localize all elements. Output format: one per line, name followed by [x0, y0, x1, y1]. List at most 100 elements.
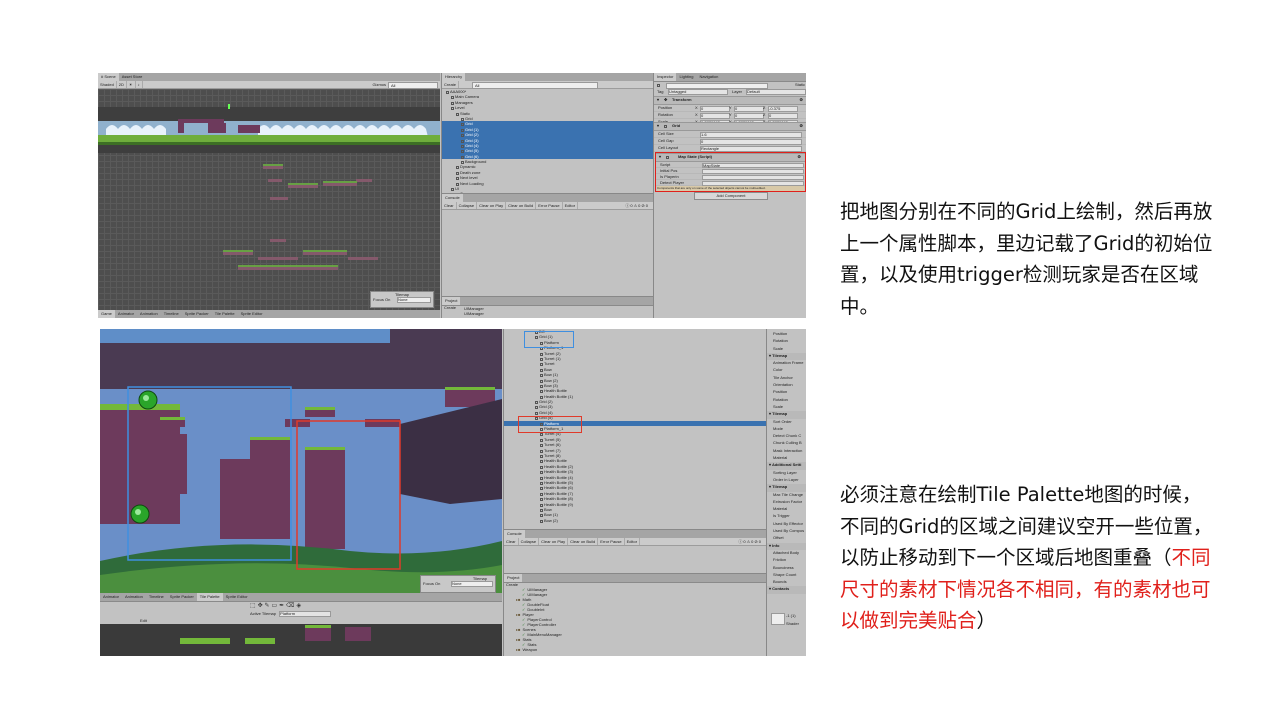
grid-enabled-checkbox[interactable] — [664, 125, 667, 128]
2d-toggle[interactable]: 2D — [117, 81, 127, 88]
project-create-button[interactable]: Create — [444, 305, 456, 310]
component-header[interactable]: ▾ Tilemap — [767, 484, 806, 492]
hierarchy-create-button[interactable]: Create — [442, 81, 460, 88]
console-clear-on-play-button-2[interactable]: Clear on Play — [539, 538, 569, 545]
palette-canvas[interactable] — [100, 624, 502, 656]
transform-row-label: Position — [658, 105, 673, 110]
brush-tool-icon[interactable]: ✎ — [265, 602, 270, 609]
tab-lighting[interactable]: Lighting — [676, 73, 696, 81]
grid-gear-icon[interactable]: ⚙ — [799, 123, 803, 128]
component-header[interactable]: ▾ Tilemap — [767, 352, 806, 361]
active-tilemap-dropdown[interactable]: Platform — [279, 611, 332, 617]
tab-console-2[interactable]: Console — [504, 530, 525, 538]
tab-timeline[interactable]: Timeline — [161, 310, 182, 318]
component-header[interactable]: ▾ Tilemap — [767, 411, 806, 419]
map-state-gear-icon[interactable]: ⚙ — [797, 154, 801, 159]
palette-edit-button[interactable]: Edit — [140, 618, 147, 623]
gizmos-dropdown[interactable]: Gizmos — [370, 81, 388, 88]
tab-animation[interactable]: Animation — [137, 310, 161, 318]
console-warning-count-2[interactable]: 0 — [750, 538, 754, 545]
component-header[interactable]: ▾ Info — [767, 542, 806, 550]
tab-sprite-packer-2[interactable]: Sprite Packer — [167, 593, 197, 601]
tab-sprite-packer[interactable]: Sprite Packer — [182, 310, 212, 318]
hierarchy-highlight-blue — [524, 331, 574, 348]
console-editor-dropdown-2[interactable]: Editor — [625, 538, 641, 545]
tab-timeline-2[interactable]: Timeline — [146, 593, 167, 601]
hierarchy-item[interactable]: Bow (2) — [504, 518, 766, 523]
tab-animator[interactable]: Animator — [115, 310, 137, 318]
focus-on-dropdown-2[interactable]: None — [451, 581, 493, 588]
hierarchy-item-label: Health Bottle (8) — [544, 496, 573, 502]
console-clear-button-2[interactable]: Clear — [504, 538, 519, 545]
active-checkbox[interactable] — [657, 84, 660, 87]
lighting-toggle-icon[interactable]: ☀ — [127, 81, 136, 88]
axis-label: Y — [729, 112, 732, 117]
tab-sprite-editor-2[interactable]: Sprite Editor — [223, 593, 251, 601]
tab-project[interactable]: Project — [442, 297, 461, 305]
scene-canvas[interactable]: Tilemap Focus On None — [98, 89, 440, 310]
tab-asset-store[interactable]: Asset Store — [119, 73, 146, 81]
box-fill-tool-icon[interactable]: ▭ — [272, 602, 278, 609]
transform-header[interactable]: ▾ ✥ Transform ⚙ — [654, 96, 806, 105]
tab-tile-palette-2[interactable]: Tile Palette — [196, 593, 223, 601]
select-tool-icon[interactable]: ⬚ — [250, 602, 256, 609]
palette-tools: ⬚ ✥ ✎ ▭ ✒ ⌫ ◈ — [250, 602, 301, 609]
shading-mode-dropdown[interactable]: Shaded — [98, 81, 117, 88]
console-error-count[interactable]: 0 — [645, 202, 649, 209]
console-toolbar-2: Clear Collapse Clear on Play Clear on Build… — [504, 538, 766, 546]
console-clear-on-build-button[interactable]: Clear on Build — [506, 202, 537, 209]
console-collapse-button-2[interactable]: Collapse — [519, 538, 540, 545]
console-error-pause-button[interactable]: Error Pause — [536, 202, 563, 209]
map-state-enabled-checkbox[interactable] — [666, 156, 669, 159]
tab-console[interactable]: Console — [442, 194, 463, 202]
fill-tool-icon[interactable]: ◈ — [296, 602, 301, 609]
console-clear-on-build-button-2[interactable]: Clear on Build — [568, 538, 599, 545]
console-error-pause-button-2[interactable]: Error Pause — [598, 538, 625, 545]
grid-fold-icon[interactable]: ▾ — [657, 123, 659, 128]
console-error-count-2[interactable]: 0 — [758, 538, 762, 545]
scene-search-input[interactable]: All — [388, 82, 438, 89]
tab-tile-palette[interactable]: Tile Palette — [212, 310, 238, 318]
hierarchy-item-label: Health Bottle (4) — [544, 474, 573, 480]
hierarchy-search-input[interactable]: All — [472, 82, 598, 89]
transform-fold-icon[interactable]: ▾ — [657, 97, 659, 102]
console-clear-on-play-button[interactable]: Clear on Play — [477, 202, 507, 209]
scene2-view[interactable]: Tilemap Focus On None — [100, 329, 502, 593]
audio-toggle-icon[interactable]: ♪ — [136, 81, 143, 88]
map-state-header[interactable]: ▾ Map State (Script) ⚙ — [656, 153, 805, 162]
console-info-count[interactable]: 0 — [629, 202, 633, 209]
tag-dropdown[interactable]: Untagged — [668, 89, 728, 95]
tab-project-2[interactable]: Project — [504, 574, 523, 582]
focus-on-dropdown[interactable]: None — [397, 297, 431, 304]
tab-animator-2[interactable]: Animator — [100, 593, 122, 601]
transform-gear-icon[interactable]: ⚙ — [799, 97, 803, 102]
add-component-button[interactable]: Add Component — [694, 192, 768, 200]
grid-header[interactable]: ▾ Grid ⚙ — [654, 122, 806, 131]
map-state-fold-icon[interactable]: ▾ — [659, 154, 661, 159]
picker-tool-icon[interactable]: ✒ — [279, 602, 284, 609]
layer-dropdown[interactable]: Default — [746, 89, 806, 95]
tab-sprite-editor[interactable]: Sprite Editor — [238, 310, 266, 318]
console-warning-count[interactable]: 0 — [637, 202, 641, 209]
project-item-2[interactable]: UIManager — [464, 311, 484, 316]
tab-animation-2[interactable]: Animation — [122, 593, 146, 601]
active-tilemap-row: Active Tilemap Platform — [250, 611, 332, 617]
move-tool-icon[interactable]: ✥ — [258, 602, 263, 609]
tab-hierarchy[interactable]: Hierarchy — [442, 73, 466, 81]
tab-scene[interactable]: # Scene — [98, 73, 119, 81]
component-header[interactable]: ▾ Additional Setti — [767, 462, 806, 470]
console-panel-2: Console Clear Collapse Clear on Play Clear … — [503, 529, 766, 573]
console-editor-dropdown[interactable]: Editor — [563, 202, 579, 209]
console-clear-button[interactable]: Clear — [442, 202, 457, 209]
hierarchy-item-label: Turret (2) — [544, 350, 561, 356]
project-folder[interactable]: ▸■ Weapon — [504, 647, 766, 652]
component-header[interactable]: ▾ Contacts — [767, 586, 806, 594]
hierarchy-item-label: Turret (5) — [544, 436, 561, 442]
console-collapse-button[interactable]: Collapse — [457, 202, 478, 209]
tab-inspector[interactable]: Inspector — [654, 73, 677, 81]
eraser-tool-icon[interactable]: ⌫ — [286, 602, 294, 609]
static-toggle[interactable]: Static — [795, 82, 805, 87]
console-info-count-2[interactable]: 0 — [742, 538, 746, 545]
tab-navigation[interactable]: Navigation — [696, 73, 721, 81]
tab-game[interactable]: Game — [98, 310, 115, 318]
